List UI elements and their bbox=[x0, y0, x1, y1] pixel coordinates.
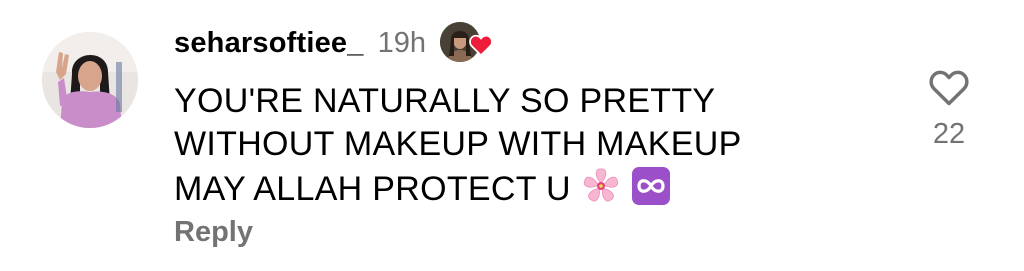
cherry-blossom-icon bbox=[581, 166, 621, 217]
timestamp: 19h bbox=[377, 26, 426, 59]
comment-text: YOU'RE NATURALLY SO PRETTY WITHOUT MAKEU… bbox=[174, 80, 874, 209]
username[interactable]: seharsoftiee_ bbox=[174, 27, 364, 60]
avatar-image bbox=[42, 32, 138, 128]
avatar[interactable] bbox=[42, 32, 138, 128]
heart-filled-icon bbox=[469, 34, 493, 57]
comment-text-line: YOU'RE NATURALLY SO PRETTY bbox=[174, 82, 716, 120]
comment-text-line: MAY ALLAH PROTECT U bbox=[174, 166, 874, 209]
comment-header: seharsoftiee_ 19h bbox=[174, 20, 496, 66]
like-count: 22 bbox=[932, 118, 966, 150]
comment-text-line: WITHOUT MAKEUP WITH MAKEUP bbox=[174, 125, 742, 163]
infinity-icon bbox=[631, 166, 671, 217]
heart-outline-icon[interactable] bbox=[926, 64, 972, 110]
comment-item: seharsoftiee_ 19h YOU'RE NATURALLY SO PR… bbox=[0, 0, 1024, 271]
reply-button[interactable]: Reply bbox=[174, 216, 253, 249]
liked-by-author-indicator bbox=[439, 20, 496, 66]
comment-text-line-content: MAY ALLAH PROTECT U bbox=[174, 170, 571, 208]
